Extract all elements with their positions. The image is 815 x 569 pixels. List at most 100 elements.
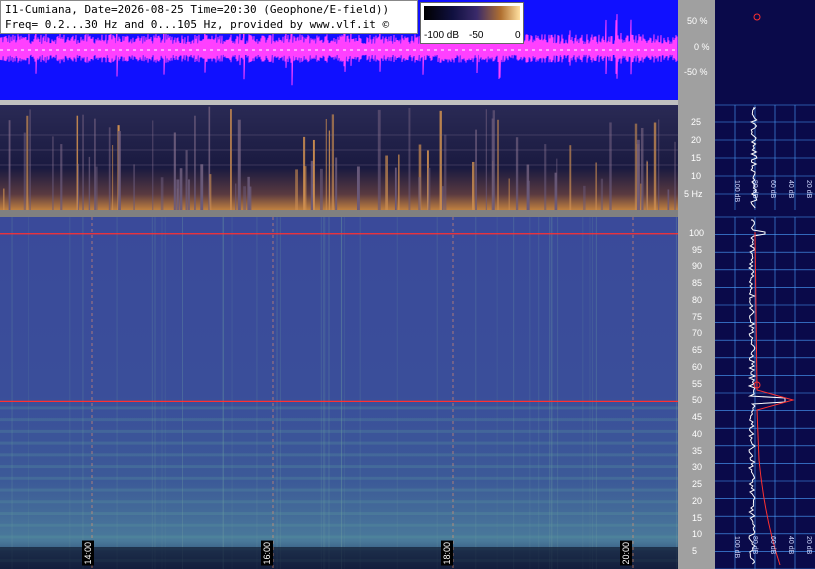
main-freq-tick-label: 90 [692, 261, 703, 272]
vlf-monitor-screen: I1-Cumiana, Date=2026-08-25 Time=20:30 (… [0, 0, 815, 569]
main-freq-tick-label: 100 [689, 227, 705, 238]
spectro-streak [328, 130, 331, 210]
spectro-streak [427, 167, 431, 210]
spectro-streak [569, 145, 572, 210]
spectro-streak [646, 161, 648, 210]
profile-db-label: 80 dB [751, 180, 758, 199]
spectro-vertical-streak [396, 217, 398, 569]
spectro-streak [111, 145, 114, 210]
spectro-vertical-streak [343, 217, 345, 569]
spectro-streak [636, 139, 640, 210]
spectro-streak [674, 141, 676, 210]
main-freq-tick-label: 15 [692, 512, 703, 523]
spectro-band [0, 500, 678, 504]
spectro-vertical-streak [529, 217, 531, 569]
spectro-streak [60, 144, 63, 210]
spectro-streak [95, 166, 98, 210]
spectro-streak [439, 110, 442, 210]
spectro-vertical-streak [323, 217, 325, 569]
main-freq-tick-label: 40 [692, 428, 703, 439]
spectro-vertical-streak [161, 217, 163, 569]
main-freq-tick-label: 95 [692, 244, 703, 255]
title-line-2: Freq= 0.2...30 Hz and 0...105 Hz, provid… [5, 18, 390, 31]
low-freq-tick-label: 15 [691, 153, 702, 163]
spectro-vertical-streak [11, 217, 13, 569]
spectro-band [0, 523, 678, 527]
main-freq-tick-label: 10 [692, 529, 703, 540]
spectro-streak [188, 179, 190, 210]
profile-db-label: 40 dB [787, 180, 794, 199]
spectro-vertical-streak [538, 217, 540, 569]
spectro-vertical-streak [164, 217, 166, 569]
profile-db-label: 20 dB [805, 180, 812, 199]
profile-background [715, 0, 815, 569]
spectro-vertical-streak [182, 217, 184, 569]
spectro-streak [2, 188, 5, 210]
spectro-streak [23, 132, 26, 210]
spectro-streak [160, 177, 164, 210]
spectro-vertical-streak [231, 217, 233, 569]
low-freq-tick-label: 20 [691, 135, 702, 145]
spectro-vertical-streak [436, 217, 438, 569]
spectro-streak [653, 122, 657, 210]
main-freq-tick-label: 70 [692, 328, 703, 339]
colorbar-gradient [424, 6, 520, 20]
colorbar-label-max: 0 [515, 30, 521, 41]
profile-db-label: 60 dB [769, 180, 776, 199]
spectro-band [0, 453, 678, 457]
title-line-1: I1-Cumiana, Date=2026-08-25 Time=20:30 (… [5, 3, 390, 16]
spectro-streak [595, 162, 597, 210]
spectro-vertical-streak [256, 217, 258, 569]
spectro-band [0, 476, 678, 480]
spectro-vertical-streak [328, 217, 330, 569]
spectro-streak [173, 132, 176, 210]
spectro-vertical-streak [116, 217, 118, 569]
spectrum-profile-panel [715, 0, 815, 569]
main-freq-tick-label: 65 [692, 345, 703, 356]
spectro-streak [248, 186, 252, 210]
spectro-streak [418, 177, 421, 210]
main-freq-tick-label: 20 [692, 495, 703, 506]
spectro-streak [544, 144, 547, 210]
colorbar-label-min: -100 dB [424, 30, 460, 41]
spectro-streak [335, 157, 338, 210]
main-freq-tick-label: 30 [692, 462, 703, 473]
spectro-vertical-streak [340, 217, 342, 569]
spectro-vertical-streak [69, 217, 71, 569]
spectro-vertical-streak [589, 217, 591, 569]
spectro-streak [230, 109, 232, 210]
spectrogram-main-background [0, 217, 678, 569]
spectro-streak [554, 172, 557, 210]
spectro-vertical-streak [475, 217, 477, 569]
main-freq-tick-label: 45 [692, 412, 703, 423]
spectro-streak [394, 167, 397, 210]
spectro-streak [179, 168, 183, 210]
spectro-streak [600, 178, 604, 210]
spectro-low-band [0, 547, 678, 569]
spectro-band [0, 465, 678, 469]
time-label: 20:00 [620, 541, 632, 566]
spectro-streak [356, 166, 360, 210]
panel-divider-2 [0, 210, 678, 217]
spectro-vertical-streak [557, 217, 559, 569]
spectro-streak [471, 161, 475, 210]
spectro-streak [26, 115, 29, 210]
spectro-streak [475, 129, 477, 210]
profile-db-label: 20 dB [805, 536, 812, 555]
spectro-vertical-streak [513, 217, 515, 569]
spectro-streak [377, 109, 381, 210]
low-freq-tick-label: 10 [691, 171, 702, 181]
spectro-streak [526, 180, 530, 210]
spectro-streak [118, 131, 121, 210]
spectro-vertical-streak [276, 217, 278, 569]
profile-db-label: 40 dB [787, 536, 794, 555]
spectro-band [0, 488, 678, 492]
spectrogram-low-background [0, 105, 678, 210]
spectro-band [0, 429, 678, 433]
spectro-streak [444, 134, 447, 210]
colorbar-label-mid: -50 [469, 30, 484, 41]
main-freq-tick-label: 35 [692, 445, 703, 456]
spectro-streak [209, 174, 212, 210]
main-freq-tick-label: 75 [692, 311, 703, 322]
main-freq-tick-label: 5 [692, 546, 698, 557]
